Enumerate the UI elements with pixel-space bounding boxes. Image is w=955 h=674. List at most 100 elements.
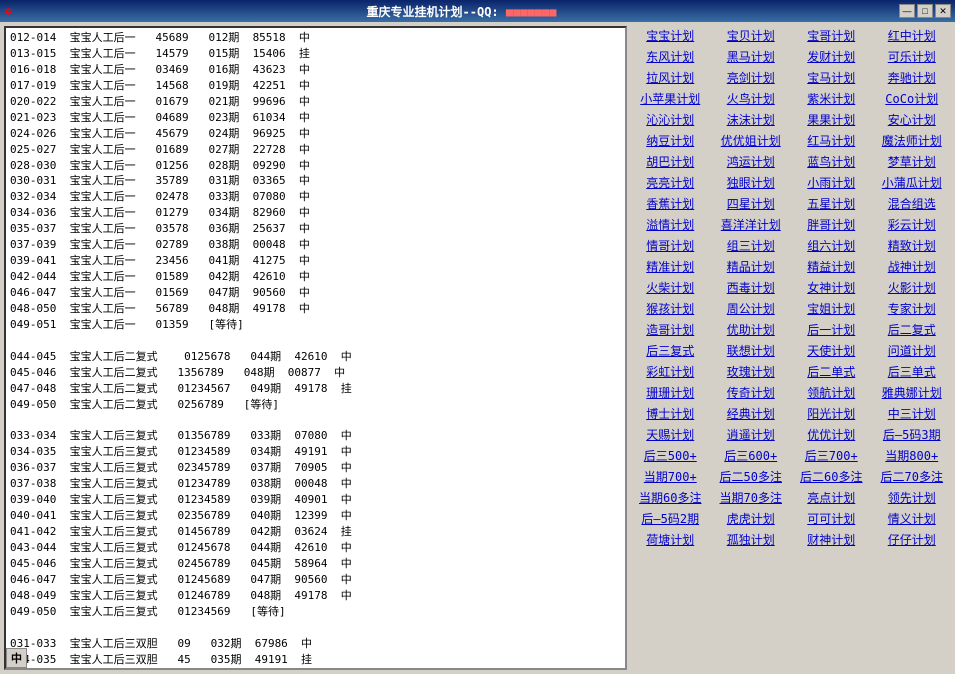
plan-link-17-3[interactable]: 雅典娜计划 xyxy=(873,383,952,402)
minimize-button[interactable]: — xyxy=(899,4,915,18)
plan-link-12-2[interactable]: 女神计划 xyxy=(792,278,871,297)
plan-link-4-2[interactable]: 果果计划 xyxy=(792,110,871,129)
plan-link-10-2[interactable]: 组六计划 xyxy=(792,236,871,255)
plan-link-6-0[interactable]: 胡巴计划 xyxy=(631,152,710,171)
plan-link-12-1[interactable]: 西毒计划 xyxy=(712,278,791,297)
plan-link-21-0[interactable]: 当期700+ xyxy=(631,467,710,486)
plan-link-4-0[interactable]: 沁沁计划 xyxy=(631,110,710,129)
plan-link-23-3[interactable]: 情义计划 xyxy=(873,509,952,528)
plan-link-15-0[interactable]: 后三复式 xyxy=(631,341,710,360)
plan-link-13-3[interactable]: 专家计划 xyxy=(873,299,952,318)
plan-link-0-1[interactable]: 宝贝计划 xyxy=(712,26,791,45)
plan-link-11-1[interactable]: 精品计划 xyxy=(712,257,791,276)
plan-link-5-2[interactable]: 红马计划 xyxy=(792,131,871,150)
plan-link-19-1[interactable]: 逍遥计划 xyxy=(712,425,791,444)
plan-link-1-2[interactable]: 发财计划 xyxy=(792,47,871,66)
plan-link-13-1[interactable]: 周公计划 xyxy=(712,299,791,318)
plan-link-3-0[interactable]: 小苹果计划 xyxy=(631,89,710,108)
plan-link-16-2[interactable]: 后二单式 xyxy=(792,362,871,381)
plan-link-9-1[interactable]: 喜洋洋计划 xyxy=(712,215,791,234)
plan-link-16-0[interactable]: 彩虹计划 xyxy=(631,362,710,381)
plan-link-16-1[interactable]: 玫瑰计划 xyxy=(712,362,791,381)
plan-link-20-0[interactable]: 后三500+ xyxy=(631,446,710,465)
plan-link-21-3[interactable]: 后二70多注 xyxy=(873,467,952,486)
plan-link-22-0[interactable]: 当期60多注 xyxy=(631,488,710,507)
plan-link-6-3[interactable]: 梦草计划 xyxy=(873,152,952,171)
plan-link-22-1[interactable]: 当期70多注 xyxy=(712,488,791,507)
plan-link-8-2[interactable]: 五星计划 xyxy=(792,194,871,213)
plan-link-2-0[interactable]: 拉风计划 xyxy=(631,68,710,87)
plan-link-1-3[interactable]: 可乐计划 xyxy=(873,47,952,66)
plan-link-18-1[interactable]: 经典计划 xyxy=(712,404,791,423)
plan-link-8-0[interactable]: 香蕉计划 xyxy=(631,194,710,213)
plan-link-22-3[interactable]: 领先计划 xyxy=(873,488,952,507)
plan-link-8-1[interactable]: 四星计划 xyxy=(712,194,791,213)
plan-link-14-2[interactable]: 后一计划 xyxy=(792,320,871,339)
plan-link-5-1[interactable]: 优优姐计划 xyxy=(712,131,791,150)
close-button[interactable]: ✕ xyxy=(935,4,951,18)
plan-link-10-0[interactable]: 情哥计划 xyxy=(631,236,710,255)
plan-link-21-2[interactable]: 后二60多注 xyxy=(792,467,871,486)
plan-link-24-0[interactable]: 荷塘计划 xyxy=(631,530,710,549)
plan-link-15-2[interactable]: 天使计划 xyxy=(792,341,871,360)
plan-link-16-3[interactable]: 后三单式 xyxy=(873,362,952,381)
plan-link-18-2[interactable]: 阳光计划 xyxy=(792,404,871,423)
plan-link-23-0[interactable]: 后—5码2期 xyxy=(631,509,710,528)
plan-link-12-0[interactable]: 火柴计划 xyxy=(631,278,710,297)
plan-link-14-0[interactable]: 造哥计划 xyxy=(631,320,710,339)
plan-link-23-2[interactable]: 可可计划 xyxy=(792,509,871,528)
plan-link-7-2[interactable]: 小雨计划 xyxy=(792,173,871,192)
plan-link-6-2[interactable]: 蓝鸟计划 xyxy=(792,152,871,171)
plan-link-21-1[interactable]: 后二50多注 xyxy=(712,467,791,486)
plan-link-9-2[interactable]: 胖哥计划 xyxy=(792,215,871,234)
plan-link-5-0[interactable]: 纳豆计划 xyxy=(631,131,710,150)
plan-link-15-1[interactable]: 联想计划 xyxy=(712,341,791,360)
plan-link-24-2[interactable]: 财神计划 xyxy=(792,530,871,549)
plan-link-13-2[interactable]: 宝姐计划 xyxy=(792,299,871,318)
plan-link-3-3[interactable]: CoCo计划 xyxy=(873,89,952,108)
plan-link-11-0[interactable]: 精准计划 xyxy=(631,257,710,276)
plan-link-23-1[interactable]: 虎虎计划 xyxy=(712,509,791,528)
plan-link-0-2[interactable]: 宝哥计划 xyxy=(792,26,871,45)
plan-link-13-0[interactable]: 猴孩计划 xyxy=(631,299,710,318)
plan-link-20-1[interactable]: 后三600+ xyxy=(712,446,791,465)
content-area[interactable]: 012-014 宝宝人工后一 45689 012期 85518 中 013-01… xyxy=(6,28,625,668)
plan-link-18-0[interactable]: 博士计划 xyxy=(631,404,710,423)
maximize-button[interactable]: □ xyxy=(917,4,933,18)
plan-link-8-3[interactable]: 混合组选 xyxy=(873,194,952,213)
plan-link-17-2[interactable]: 领航计划 xyxy=(792,383,871,402)
plan-link-7-1[interactable]: 独眼计划 xyxy=(712,173,791,192)
plan-link-19-3[interactable]: 后—5码3期 xyxy=(873,425,952,444)
plan-link-19-2[interactable]: 优优计划 xyxy=(792,425,871,444)
plan-link-0-3[interactable]: 红中计划 xyxy=(873,26,952,45)
plan-link-1-0[interactable]: 东风计划 xyxy=(631,47,710,66)
plan-link-5-3[interactable]: 魔法师计划 xyxy=(873,131,952,150)
plan-link-7-3[interactable]: 小蒲瓜计划 xyxy=(873,173,952,192)
plan-link-17-0[interactable]: 珊珊计划 xyxy=(631,383,710,402)
plan-link-7-0[interactable]: 亮亮计划 xyxy=(631,173,710,192)
plan-link-17-1[interactable]: 传奇计划 xyxy=(712,383,791,402)
plan-link-19-0[interactable]: 天赐计划 xyxy=(631,425,710,444)
plan-link-11-2[interactable]: 精益计划 xyxy=(792,257,871,276)
plan-link-20-2[interactable]: 后三700+ xyxy=(792,446,871,465)
plan-link-22-2[interactable]: 亮点计划 xyxy=(792,488,871,507)
plan-link-20-3[interactable]: 当期800+ xyxy=(873,446,952,465)
plan-link-4-3[interactable]: 安心计划 xyxy=(873,110,952,129)
plan-link-14-1[interactable]: 优助计划 xyxy=(712,320,791,339)
plan-link-2-1[interactable]: 亮剑计划 xyxy=(712,68,791,87)
plan-link-9-0[interactable]: 溢情计划 xyxy=(631,215,710,234)
plan-link-11-3[interactable]: 战神计划 xyxy=(873,257,952,276)
plan-link-24-1[interactable]: 孤独计划 xyxy=(712,530,791,549)
plan-link-18-3[interactable]: 中三计划 xyxy=(873,404,952,423)
plan-link-2-3[interactable]: 奔驰计划 xyxy=(873,68,952,87)
plan-link-9-3[interactable]: 彩云计划 xyxy=(873,215,952,234)
plan-link-2-2[interactable]: 宝马计划 xyxy=(792,68,871,87)
plan-link-3-2[interactable]: 紫米计划 xyxy=(792,89,871,108)
plan-link-4-1[interactable]: 沫沫计划 xyxy=(712,110,791,129)
plan-link-10-1[interactable]: 组三计划 xyxy=(712,236,791,255)
plan-link-1-1[interactable]: 黑马计划 xyxy=(712,47,791,66)
plan-link-3-1[interactable]: 火鸟计划 xyxy=(712,89,791,108)
plan-link-10-3[interactable]: 精致计划 xyxy=(873,236,952,255)
plan-link-14-3[interactable]: 后二复式 xyxy=(873,320,952,339)
plan-link-15-3[interactable]: 问道计划 xyxy=(873,341,952,360)
